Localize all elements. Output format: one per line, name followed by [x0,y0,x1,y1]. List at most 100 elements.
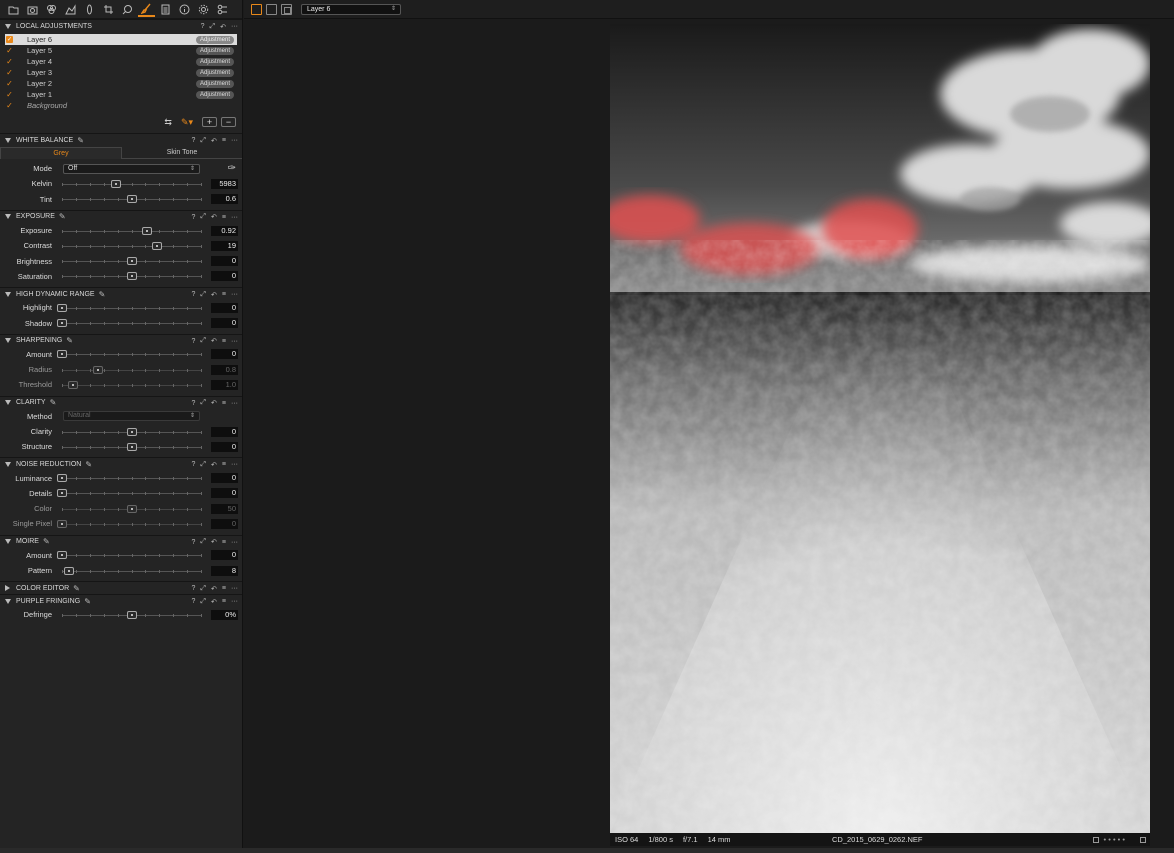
slider-handle[interactable] [93,365,104,374]
pencil-icon[interactable]: ✎ [66,336,73,345]
help-icon[interactable]: ? [192,291,196,298]
metadata-icon[interactable] [157,1,174,17]
slider-track[interactable] [57,551,202,560]
layer-checkbox[interactable]: ✓ [6,68,13,77]
slider-value-field[interactable]: 0 [211,302,238,313]
more-icon[interactable]: ··· [231,598,238,605]
grid-view-icon[interactable] [251,3,262,15]
slider-handle[interactable] [57,551,67,560]
layer-checkbox[interactable]: ✓ [6,46,13,55]
info-icon[interactable] [176,1,193,17]
slider-handle[interactable] [57,489,67,498]
slider-track[interactable] [62,226,202,235]
pencil-icon[interactable]: ✎ [73,584,80,593]
slider-track[interactable] [62,272,202,281]
slider-handle[interactable] [126,257,137,266]
slider-handle[interactable] [57,350,67,359]
slider-handle[interactable] [126,427,137,436]
slider-handle[interactable] [68,380,79,389]
slider-value-field[interactable]: 0% [211,609,238,620]
help-icon[interactable]: ? [192,461,196,468]
list-icon[interactable]: ≡ [222,400,226,407]
slider-handle[interactable] [111,179,122,188]
fit-view-icon[interactable] [281,3,292,15]
list-icon[interactable]: ≡ [222,214,226,221]
photo-viewer[interactable] [610,24,1150,833]
brush-dropdown-icon[interactable]: ✎▾ [181,117,193,128]
list-icon[interactable]: ≡ [222,291,226,298]
batch-icon[interactable] [214,1,231,17]
slider-value-field[interactable]: 19 [211,240,238,251]
white-balance-header[interactable]: WHITE BALANCE ✎? ⤢ ↶ ≡ ··· [0,133,242,146]
collapse-triangle-icon[interactable] [5,291,11,297]
slider-value-field[interactable]: 0 [211,318,238,329]
color-editor-header[interactable]: COLOR EDITOR ✎? ⤢ ↶ ≡ ··· [0,581,242,594]
slider-track[interactable] [62,179,202,188]
copy-icon[interactable]: ⤢ [200,461,206,469]
slider-value-field[interactable]: 0 [211,441,238,452]
layer-checkbox[interactable]: ✓ [6,90,13,99]
reset-icon[interactable]: ↶ [211,399,217,407]
exposure-header[interactable]: EXPOSURE ✎? ⤢ ↶ ≡ ··· [0,209,242,223]
method-select[interactable]: Natural ⇕ [63,411,200,422]
slider-track[interactable] [62,427,202,436]
camera-icon[interactable] [24,1,41,17]
slider-track[interactable] [62,566,202,575]
more-icon[interactable]: ··· [231,291,238,298]
layer-checkbox[interactable]: ✓ [6,79,13,88]
slider-handle[interactable] [63,566,74,575]
add-layer-button[interactable]: + [202,117,217,127]
reset-icon[interactable]: ↶ [220,23,226,31]
slider-value-field[interactable]: 50 [211,503,238,514]
slider-handle[interactable] [57,519,67,528]
layer-row[interactable]: ✓ Layer 3 Adjustment [5,67,237,78]
slider-track[interactable] [62,442,202,451]
slider-value-field[interactable]: 0 [211,349,238,360]
pencil-icon[interactable]: ✎ [85,460,92,469]
collapse-triangle-icon[interactable] [5,461,11,467]
copy-icon[interactable]: ⤢ [200,291,206,299]
collapse-triangle-icon[interactable] [5,137,11,143]
layer-select[interactable]: Layer 6 ⇕ [301,3,401,15]
reset-icon[interactable]: ↶ [211,585,217,593]
more-icon[interactable]: ··· [231,338,238,345]
help-icon[interactable]: ? [201,23,205,30]
pencil-icon[interactable]: ✎ [77,136,84,145]
slider-track[interactable] [57,474,202,483]
slider-track[interactable] [62,195,202,204]
help-icon[interactable]: ? [192,539,196,546]
rating-box-icon[interactable] [1092,836,1099,843]
help-icon[interactable]: ? [192,585,196,592]
copy-icon[interactable]: ⤢ [200,337,206,345]
pencil-icon[interactable]: ✎ [50,398,57,407]
more-icon[interactable]: ··· [231,137,238,144]
slider-track[interactable] [62,610,202,619]
pencil-icon[interactable]: ✎ [84,597,91,606]
slider-handle[interactable] [126,442,137,451]
collapse-triangle-icon[interactable] [5,539,11,545]
collapse-triangle-icon[interactable] [5,598,11,604]
slider-handle[interactable] [57,474,67,483]
slider-handle[interactable] [126,195,137,204]
layer-row[interactable]: ✓ Layer 6 Adjustment [5,34,237,45]
slider-value-field[interactable]: 1.0 [211,379,238,390]
lens-icon[interactable] [81,1,98,17]
copy-icon[interactable]: ⤢ [200,538,206,546]
collapse-triangle-icon[interactable] [5,338,11,344]
purple-fringing-header[interactable]: PURPLE FRINGING ✎? ⤢ ↶ ≡ ··· [0,594,242,607]
slider-track[interactable] [62,380,202,389]
reset-icon[interactable]: ↶ [211,538,217,546]
slider-value-field[interactable]: 0 [211,473,238,484]
list-icon[interactable]: ≡ [222,461,226,468]
layer-checkbox[interactable]: ✓ [6,36,13,43]
reset-icon[interactable]: ↶ [211,337,217,345]
help-icon[interactable]: ? [192,400,196,407]
collapse-triangle-icon[interactable] [5,23,11,29]
slider-value-field[interactable]: 5983 [211,178,238,189]
slider-value-field[interactable]: 0 [211,426,238,437]
help-icon[interactable]: ? [192,214,196,221]
layer-row[interactable]: ✓ Layer 5 Adjustment [5,45,237,56]
list-icon[interactable]: ≡ [222,539,226,546]
slider-value-field[interactable]: 0 [211,271,238,282]
slider-value-field[interactable]: 0.92 [211,225,238,236]
